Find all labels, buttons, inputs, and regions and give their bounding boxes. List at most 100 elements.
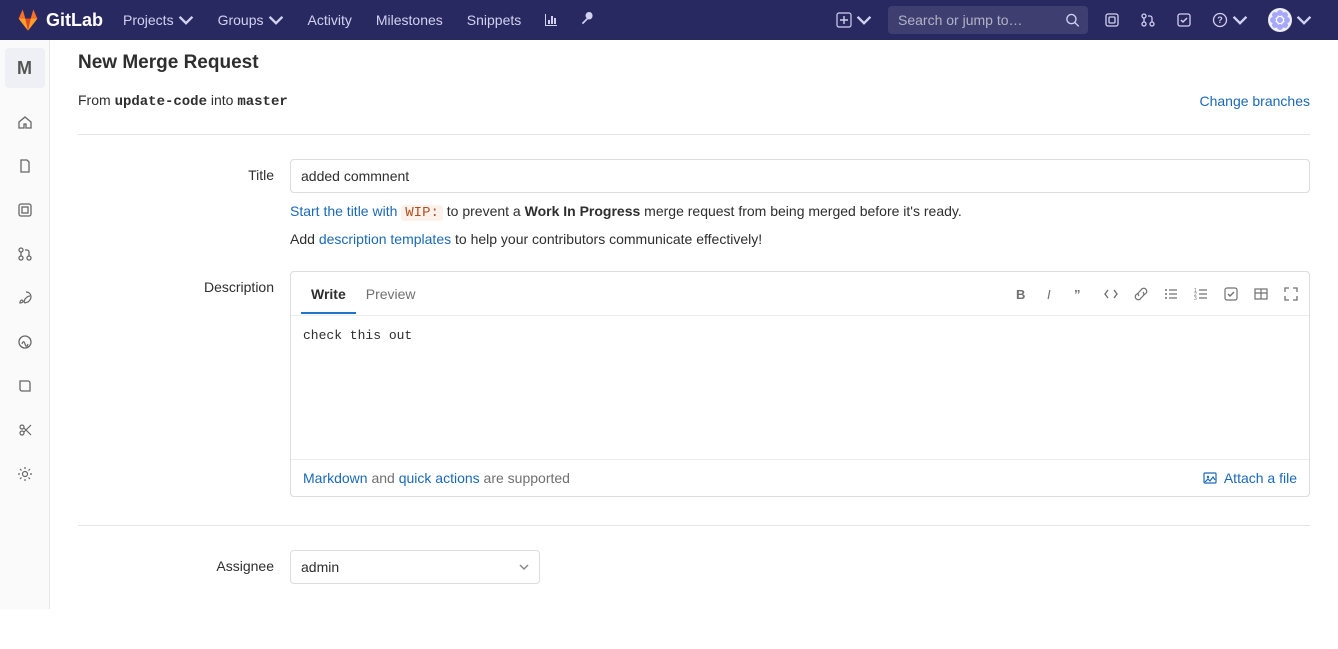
wip-post: merge request from being merged before i… [640, 203, 961, 219]
operations-icon [17, 334, 33, 350]
chevron-down-icon [1232, 12, 1248, 28]
toolbar-ol[interactable]: 123 [1193, 286, 1209, 302]
code-icon [1103, 286, 1119, 302]
fullscreen-icon [1283, 286, 1299, 302]
start-wip-link[interactable]: Start the title with [290, 203, 401, 219]
editor-toolbar: B I ” 123 [1013, 286, 1299, 302]
home-icon [17, 114, 33, 130]
chevron-down-icon [856, 12, 872, 28]
sidebar-item-settings[interactable] [0, 452, 50, 496]
gear-icon [17, 466, 33, 482]
search-input[interactable] [896, 11, 1065, 29]
toolbar-code[interactable] [1103, 286, 1119, 302]
nav-analytics[interactable] [533, 12, 569, 28]
quick-actions-link[interactable]: quick actions [399, 470, 480, 486]
assignee-select[interactable]: admin [290, 550, 540, 584]
description-textarea[interactable] [291, 316, 1309, 456]
target-branch: master [237, 94, 287, 110]
tab-preview[interactable]: Preview [356, 274, 426, 314]
title-help-wip: Start the title with WIP: to prevent a W… [290, 203, 1310, 221]
image-icon [1202, 470, 1218, 486]
toolbar-italic[interactable]: I [1043, 286, 1059, 302]
list-ol-icon: 123 [1193, 286, 1209, 302]
scissors-icon [17, 422, 33, 438]
editor-tabs: Write Preview B I ” 123 [291, 272, 1309, 316]
source-branch: update-code [115, 94, 207, 110]
sidebar-item-merge-requests[interactable] [0, 232, 50, 276]
merge-request-icon [1140, 12, 1156, 28]
sidebar-item-repository[interactable] [0, 144, 50, 188]
doc-icon [17, 158, 33, 174]
footer-tail: are supported [480, 470, 570, 486]
sidebar-item-wiki[interactable] [0, 364, 50, 408]
toolbar-bold[interactable]: B [1013, 286, 1029, 302]
gitlab-logo[interactable]: GitLab [8, 8, 111, 32]
toolbar-fullscreen[interactable] [1283, 286, 1299, 302]
sidebar-item-operations[interactable] [0, 320, 50, 364]
issues-icon [17, 202, 33, 218]
toolbar-table[interactable] [1253, 286, 1269, 302]
nav-help[interactable]: ? [1202, 12, 1258, 28]
sidebar-item-project[interactable] [0, 100, 50, 144]
assignee-row: Assignee admin [78, 526, 1310, 584]
wip-chip: WIP: [401, 205, 443, 221]
nav-merge-requests[interactable] [1130, 12, 1166, 28]
branch-source-row: From update-code into master Change bran… [78, 92, 1310, 135]
book-icon [17, 378, 33, 394]
bold-icon: B [1013, 286, 1029, 302]
chevron-down-icon [178, 12, 194, 28]
toolbar-ul[interactable] [1163, 286, 1179, 302]
page-title: New Merge Request [78, 52, 1310, 74]
tanuki-icon [16, 8, 40, 32]
svg-text:I: I [1047, 287, 1051, 302]
change-branches-link[interactable]: Change branches [1199, 93, 1310, 109]
title-help-templates: Add description templates to help your c… [290, 231, 1310, 247]
nav-projects[interactable]: Projects [111, 12, 206, 28]
project-avatar[interactable]: M [5, 48, 45, 88]
navbar: GitLab Projects Groups Activity Mileston… [0, 0, 1338, 40]
nav-todos[interactable] [1166, 12, 1202, 28]
tab-write[interactable]: Write [301, 274, 356, 314]
toolbar-quote[interactable]: ” [1073, 286, 1089, 302]
wip-mid: to prevent a [443, 203, 525, 219]
rocket-icon [17, 290, 33, 306]
from-prefix: From [78, 92, 115, 108]
project-avatar-letter: M [17, 58, 32, 79]
markdown-link[interactable]: Markdown [303, 470, 368, 486]
nav-groups[interactable]: Groups [206, 12, 296, 28]
toolbar-link[interactable] [1133, 286, 1149, 302]
sidebar-item-snippets[interactable] [0, 408, 50, 452]
description-row: Description Write Preview B I ” 123 [78, 247, 1310, 497]
nav-activity-label: Activity [308, 12, 352, 28]
project-sidebar: M [0, 40, 50, 609]
editor-footer: Markdown and quick actions are supported… [291, 459, 1309, 496]
assignee-label: Assignee [78, 550, 290, 584]
nav-plus[interactable] [826, 12, 882, 28]
chevron-down-icon [268, 12, 284, 28]
italic-icon: I [1043, 286, 1059, 302]
avatar [1268, 8, 1292, 32]
title-input[interactable] [290, 159, 1310, 193]
nav-activity[interactable]: Activity [296, 12, 364, 28]
nav-snippets[interactable]: Snippets [455, 12, 533, 28]
nav-user-menu[interactable] [1258, 8, 1322, 32]
attach-file-button[interactable]: Attach a file [1202, 470, 1297, 486]
chevron-down-icon [1296, 12, 1312, 28]
wip-chip-link[interactable]: WIP: [401, 203, 443, 219]
templates-post: to help your contributors communicate ef… [451, 231, 762, 247]
chart-icon [543, 12, 559, 28]
sidebar-item-issues[interactable] [0, 188, 50, 232]
description-templates-link[interactable]: description templates [319, 231, 451, 247]
nav-milestones[interactable]: Milestones [364, 12, 455, 28]
assignee-value: admin [301, 559, 339, 575]
description-label: Description [78, 271, 290, 497]
toolbar-task[interactable] [1223, 286, 1239, 302]
nav-admin-wrench[interactable] [569, 12, 605, 28]
nav-issues[interactable] [1094, 12, 1130, 28]
title-label: Title [78, 159, 290, 247]
sidebar-item-cicd[interactable] [0, 276, 50, 320]
search-box[interactable] [888, 6, 1088, 34]
nav-groups-label: Groups [218, 12, 264, 28]
into-word: into [207, 92, 237, 108]
quote-icon: ” [1073, 286, 1089, 302]
